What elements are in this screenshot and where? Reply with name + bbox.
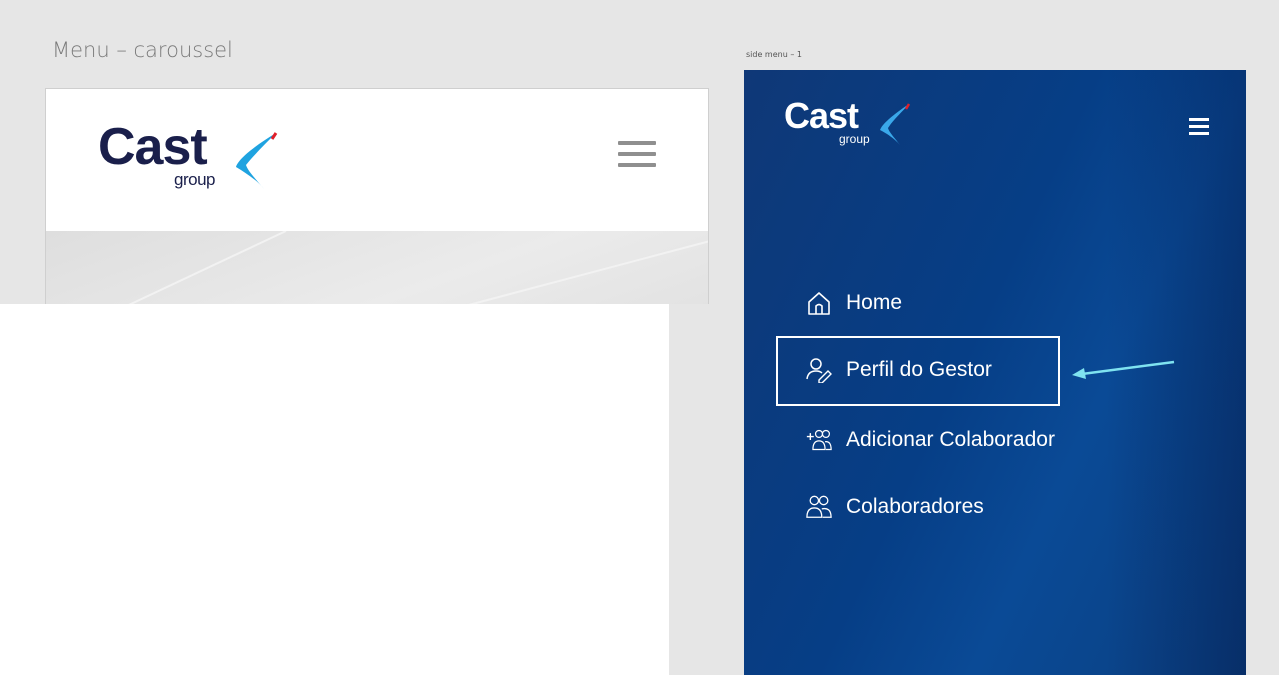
carousel-decor xyxy=(128,230,708,304)
logo-word: Cast xyxy=(98,118,208,176)
menu-item-colaboradores[interactable]: Colaboradores xyxy=(806,494,984,520)
logo-subword: group xyxy=(839,132,870,146)
swoosh-icon xyxy=(880,103,911,145)
hamburger-menu-icon[interactable] xyxy=(618,141,656,171)
carousel-menu-mockup: Cast group xyxy=(45,88,709,304)
menu-item-adicionar-colaborador[interactable]: Adicionar Colaborador xyxy=(806,427,1055,453)
home-icon xyxy=(808,292,830,315)
side-menu-panel: Cast group Home Perfil do Gestor Adicion… xyxy=(744,70,1246,675)
mockup-carousel-area xyxy=(46,230,708,304)
add-users-icon xyxy=(806,429,832,451)
menu-item-label: Adicionar Colaborador xyxy=(846,428,1055,451)
menu-item-label: Home xyxy=(846,291,903,314)
hamburger-menu-icon[interactable] xyxy=(1189,118,1209,138)
cast-group-logo[interactable]: Cast group xyxy=(98,118,278,189)
cast-group-logo-white[interactable]: Cast group xyxy=(784,95,911,146)
highlight-box xyxy=(776,336,1060,406)
section-title-carousel: Menu – caroussel xyxy=(52,38,233,62)
section-title-side-menu: side menu – 1 xyxy=(746,50,802,59)
annotation-arrow-icon xyxy=(1072,360,1175,379)
mockup-header: Cast group xyxy=(46,89,708,231)
swoosh-icon xyxy=(236,132,278,189)
logo-subword: group xyxy=(174,170,215,189)
menu-item-home[interactable]: Home xyxy=(806,290,902,316)
logo-word: Cast xyxy=(784,95,859,136)
users-icon xyxy=(806,495,832,518)
menu-item-label: Colaboradores xyxy=(846,495,984,518)
